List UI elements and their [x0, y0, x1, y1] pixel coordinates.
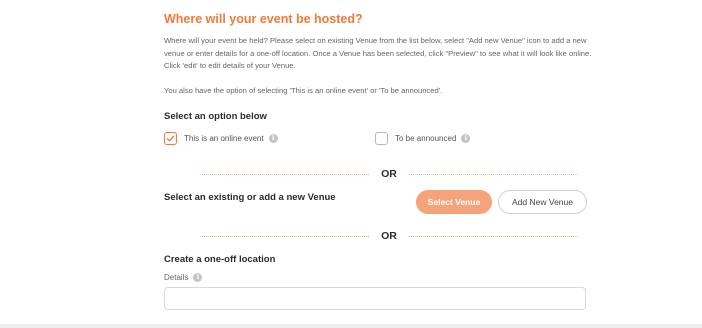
or-divider: OR: [200, 230, 578, 242]
or-divider: OR: [200, 168, 578, 180]
options-hint-text: You also have the option of selecting 'T…: [164, 86, 443, 95]
to-be-announced-checkbox[interactable]: [375, 131, 388, 145]
options-heading: Select an option below: [164, 111, 267, 122]
info-icon[interactable]: i: [268, 133, 278, 143]
online-event-checkbox[interactable]: [164, 131, 177, 145]
or-label: OR: [381, 168, 397, 180]
divider-line-left: [200, 235, 370, 237]
event-location-page: Where will your event be hosted? Where w…: [0, 0, 702, 328]
details-label: Details: [164, 273, 189, 282]
details-label-row: Details i: [164, 273, 203, 282]
add-new-venue-button[interactable]: Add New Venue: [498, 190, 587, 214]
divider-line-left: [200, 173, 370, 175]
info-icon[interactable]: i: [461, 133, 471, 143]
venue-heading: Select an existing or add a new Venue: [164, 192, 336, 203]
divider-line-right: [408, 235, 578, 237]
to-be-announced-label: To be announced: [395, 133, 457, 143]
page-bottom-edge: [0, 324, 702, 328]
details-input[interactable]: [164, 287, 586, 310]
page-title: Where will your event be hosted?: [164, 12, 363, 26]
to-be-announced-option[interactable]: To be announced i: [375, 130, 471, 146]
or-label: OR: [381, 230, 397, 242]
checkmark-icon: [166, 135, 175, 141]
instructions-text: Where will your event be held? Please se…: [164, 36, 592, 70]
online-event-label: This is an online event: [184, 133, 264, 143]
select-venue-button[interactable]: Select Venue: [416, 190, 492, 214]
online-event-option[interactable]: This is an online event i: [164, 130, 278, 146]
one-off-location-heading: Create a one-off location: [164, 254, 276, 265]
info-icon[interactable]: i: [193, 273, 203, 282]
divider-line-right: [408, 173, 578, 175]
